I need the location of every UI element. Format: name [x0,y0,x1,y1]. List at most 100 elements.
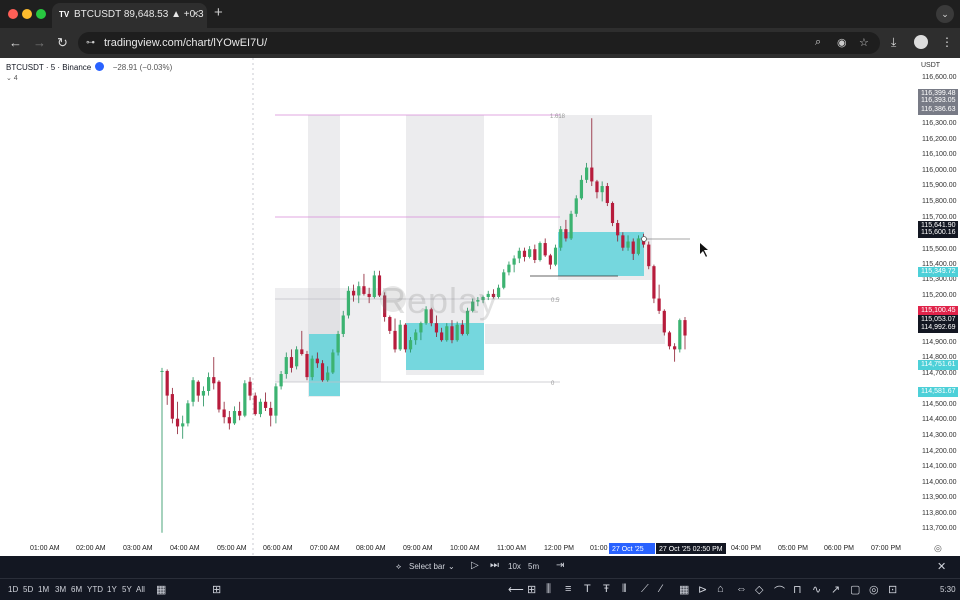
new-tab-button[interactable]: + [214,4,223,21]
range-button[interactable]: 5D [23,585,33,594]
price-tag[interactable]: 116,386.63 [918,105,958,115]
download-icon[interactable]: ⤓ [891,35,896,50]
candle-body [683,320,687,336]
range-button[interactable]: 5Y [122,585,132,594]
drawing-tool-icon[interactable]: ⊓ [793,583,802,596]
play-icon[interactable]: ▷ [471,560,479,571]
jump-to-realtime-icon[interactable]: ⇥ [556,560,564,571]
reload-button[interactable]: ↻ [57,35,68,51]
indicators-toggle[interactable]: ⌄ 4 [6,74,18,82]
candle-body [585,167,589,180]
minimize-window-button[interactable] [22,9,32,19]
price-axis-label: 113,700.00 [922,525,957,532]
drawing-tool-icon[interactable]: ◇ [755,583,763,596]
drawing-tool-icon[interactable]: Ŧ [603,583,610,595]
candle-body [258,401,262,415]
candle-body [357,286,361,296]
address-bar-row: ← → ↻ ⊶ tradingview.com/chart/lYOwEI7U/ … [0,28,960,58]
url-text[interactable]: tradingview.com/chart/lYOwEI7U/ [104,37,267,49]
candle-body [605,186,609,203]
price-tag[interactable]: 115,349.72 [918,267,958,277]
select-bar-dropdown-icon[interactable]: ⌄ [448,562,455,571]
candle-body [553,247,558,265]
candle-body [434,323,439,333]
drawing-tool-icon[interactable]: T [584,583,591,595]
drawing-tool-icon[interactable]: ⌂ [717,583,724,595]
drawing-tool-icon[interactable]: ≡ [565,583,571,595]
time-axis-label: 03:00 AM [123,545,153,552]
range-button[interactable]: 1Y [107,585,117,594]
drawing-tool-icon[interactable]: ◎ [869,583,879,596]
symbol-title[interactable]: BTCUSDT · 5 · Binance [6,63,91,72]
price-axis-label: 116,300.00 [922,120,957,127]
range-button[interactable]: 1M [38,585,49,594]
time-axis-label: 01:00 [590,545,608,552]
bottom-toolbar: 1D 5D 1M 3M 6M YTD 1Y 5Y All ▦ ⊞ ⟵ ⊞ ⫼ ≡ T Ŧ ⫴ ⟋ ⁄ ▦ ⊳ ⌂ ⇔ ◇ ⌒… [0,578,960,600]
drawing-tool-icon[interactable]: ⊳ [698,583,707,596]
replay-speed-button[interactable]: 10x [508,562,521,571]
chart-settings-icon[interactable]: ◎ [934,543,942,554]
range-button[interactable]: 6M [71,585,82,594]
maximize-window-button[interactable] [36,9,46,19]
drawing-tool-icon[interactable]: ⊞ [527,583,536,596]
range-button[interactable]: YTD [87,585,103,594]
candle-body [538,243,542,260]
range-button[interactable]: 3M [55,585,66,594]
zoom-icon[interactable]: ⌕ [815,36,821,49]
forward-button[interactable]: → [33,35,46,50]
select-bar-button[interactable]: Select bar [409,562,445,571]
symbol-legend[interactable]: BTCUSDT · 5 · Binance −28.91 (−0.03%) [6,62,172,72]
url-field[interactable]: ⊶ tradingview.com/chart/lYOwEI7U/ ⌕ ◉ ☆ [78,32,880,54]
bookmark-star-icon[interactable]: ☆ [859,36,869,49]
candle-body [455,324,459,341]
drawing-tool-icon[interactable]: ⊡ [888,583,897,596]
tab-close-icon[interactable]: × [193,8,199,20]
layout-icon[interactable]: ⊞ [212,583,221,596]
drawing-tool-icon[interactable]: ⟋ [641,583,649,596]
price-axis-label: 115,300.00 [922,276,957,283]
range-button[interactable]: All [136,585,145,594]
drawing-tool-icon[interactable]: ⫼ [546,583,551,596]
currency-label[interactable]: USDT [921,62,940,69]
candle-body [569,213,573,239]
price-tag[interactable]: 115,600.16 [918,228,958,238]
price-tag[interactable]: 114,581.67 [918,387,958,397]
drawing-tool-icon[interactable]: ⟵ [508,583,524,596]
close-replay-icon[interactable]: ✕ [937,560,946,573]
step-forward-icon[interactable]: ⏭ [490,560,499,571]
drawing-tool-icon[interactable]: ⌒ [774,583,785,599]
drawing-tool-icon[interactable]: ▢ [850,583,860,596]
price-axis-label: 113,800.00 [922,510,957,517]
price-tag[interactable]: 114,751.61 [918,360,958,370]
replay-interval-button[interactable]: 5m [528,562,539,571]
candle-body [362,286,366,294]
range-button[interactable]: 1D [8,585,18,594]
price-axis-label: 114,700.00 [922,370,957,377]
time-axis-label: 06:00 PM [824,545,854,552]
drawing-tool-icon[interactable]: ∿ [812,583,821,596]
eye-icon[interactable]: ◉ [837,36,847,49]
drawing-tool-icon[interactable]: ↗ [831,583,840,596]
browser-tab[interactable]: TV BTCUSDT 89,648.53 ▲ +0.3 × [52,3,207,28]
candle-body [310,358,314,378]
site-info-icon[interactable]: ⊶ [86,37,95,48]
drawing-tool-icon[interactable]: ⫴ [622,583,627,596]
back-button[interactable]: ← [9,35,22,50]
time-axis-label: 11:00 AM [497,545,527,552]
date-range-calendar-icon[interactable]: ▦ [156,583,166,596]
scissor-icon[interactable]: ⟡ [396,562,401,572]
price-tag[interactable]: 114,992.69 [918,323,958,333]
drawing-tool-icon[interactable]: ⇔ [736,583,747,595]
candle-body [170,394,174,419]
drawing-tool-icon[interactable]: ▦ [679,583,689,596]
avatar[interactable] [914,35,928,49]
candle-body [201,390,206,396]
candle-body [662,310,666,333]
candle-body [305,354,309,378]
price-axis-label: 114,500.00 [922,401,957,408]
tab-menu-button[interactable]: ⌄ [936,5,954,23]
drawing-tool-icon[interactable]: ⁄ [660,583,662,595]
chart-pane[interactable]: 1.618 0.5 0 Replay BTCUSDT · 5 · Binance −… [0,58,960,562]
browser-menu-icon[interactable]: ⋮ [941,35,953,49]
close-window-button[interactable] [8,9,18,19]
